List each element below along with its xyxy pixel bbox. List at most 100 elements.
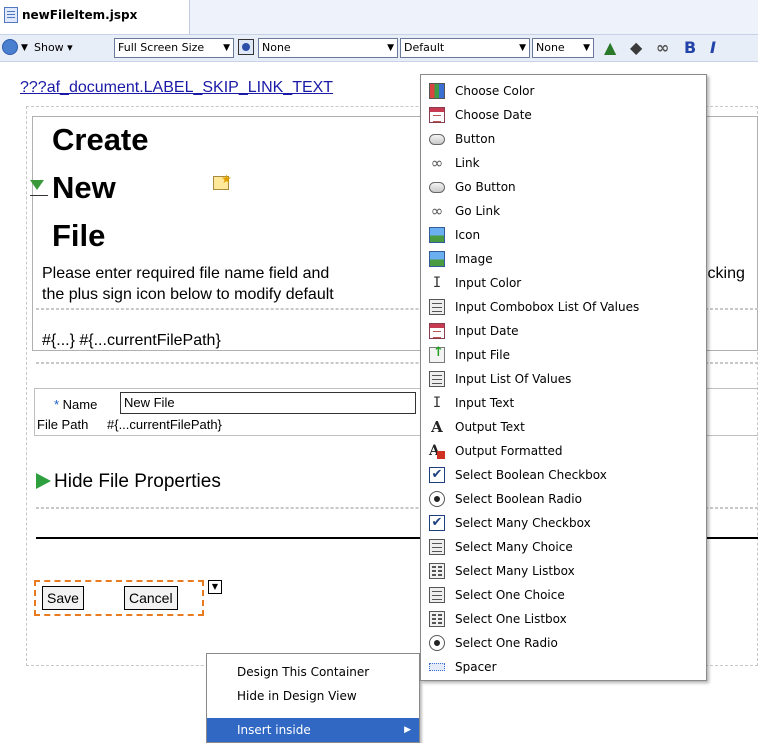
insert-menu-item[interactable]: Select One Radio [421,631,706,655]
name-input[interactable]: New File [120,392,416,414]
insert-menu-item[interactable]: Input List Of Values [421,367,706,391]
name-label: * Name [54,397,97,412]
list-icon [429,587,445,603]
calendar-icon [429,323,445,339]
insert-submenu: Choose Color Choose Date Button ∞ Link Go But… [420,74,707,681]
insert-menu-item[interactable]: I Input Color [421,271,706,295]
add-note-icon[interactable]: ★ [211,172,233,192]
hide-file-properties-link[interactable]: Hide File Properties [54,471,221,493]
submenu-arrow-icon: ▶ [404,725,411,735]
screen-size-value: Full Screen Size [118,41,205,54]
italic-button[interactable]: I [710,38,716,58]
path-expression: #{...} #{...currentFilePath} [42,332,221,349]
menu-insert-inside[interactable]: Insert inside ▶ [207,718,419,742]
insert-menu-item[interactable]: Select One Choice [421,583,706,607]
button-icon [429,182,445,193]
insert-menu-item[interactable]: Select Boolean Radio [421,487,706,511]
spacer-icon [429,663,445,671]
skin-icon[interactable] [238,39,254,55]
insert-inside-label: Insert inside [237,723,311,737]
chevron-down-icon: ▼ [387,43,394,53]
insert-menu-item[interactable]: Choose Date [421,103,706,127]
insert-menu-item-label: Spacer [455,660,497,674]
show-menu[interactable]: Show ▾ [34,38,73,58]
disclosure-triangle-icon[interactable] [30,180,44,190]
insert-menu-item[interactable]: Input Date [421,319,706,343]
insert-menu-item[interactable]: ∞ Go Link [421,199,706,223]
bold-button[interactable]: B [684,38,696,58]
insert-menu-item-label: Output Text [455,420,525,434]
paint-bucket-icon[interactable]: ◆ [630,38,642,58]
insert-menu-item-label: Choose Color [455,84,535,98]
highlight-icon[interactable]: ▲ [604,38,616,58]
cancel-button[interactable]: Cancel [124,586,178,610]
insert-menu-item-label: Link [455,156,480,170]
chevron-down-icon[interactable]: ▼ [21,38,28,58]
insert-menu-item[interactable]: Icon [421,223,706,247]
jspx-file-icon [4,7,18,23]
menu-hide-in-design-view[interactable]: Hide in Design View [207,684,419,708]
class-select[interactable]: None ▼ [532,38,594,58]
editor-tab-title: newFileItem.jspx [22,8,138,22]
insert-menu-item-label: Icon [455,228,481,242]
chevron-down-icon: ▼ [583,43,590,53]
context-menu: Design This Container Hide in Design Vie… [206,653,420,743]
insert-menu-item[interactable]: A Output Formatted [421,439,706,463]
insert-menu-item[interactable]: Go Button [421,175,706,199]
divider [30,195,48,196]
screen-size-select[interactable]: Full Screen Size ▼ [114,38,234,58]
instructions-line-1: Please enter required file name field an… [42,265,330,282]
insert-menu-item-label: Select One Radio [455,636,558,650]
insert-menu-item-label: Go Link [455,204,501,218]
skin-select[interactable]: None ▼ [258,38,398,58]
style-select[interactable]: Default ▼ [400,38,530,58]
insert-menu-item-label: Image [455,252,493,266]
insert-menu-item-label: Input List Of Values [455,372,572,386]
globe-icon[interactable] [2,39,18,55]
page-title-line-1: Create [52,122,149,157]
formatted-text-icon: A [429,443,445,459]
save-button[interactable]: Save [42,586,84,610]
name-label-text: Name [62,397,98,412]
button-icon [429,134,445,145]
container-menu-button[interactable]: ▼ [208,580,222,594]
insert-menu-item[interactable]: ∞ Link [421,151,706,175]
color-grid-icon [429,83,445,99]
insert-menu-item[interactable]: Spacer [421,655,706,679]
editor-tab[interactable]: newFileItem.jspx [0,0,190,34]
insert-menu-item[interactable]: Image [421,247,706,271]
insert-menu-item[interactable]: ✔ Select Boolean Checkbox [421,463,706,487]
insert-menu-item-label: Input File [455,348,510,362]
insert-menu-item[interactable]: ✔ Select Many Checkbox [421,511,706,535]
insert-menu-item-label: Input Color [455,276,522,290]
insert-menu-item[interactable]: Select One Listbox [421,607,706,631]
list-icon [429,539,445,555]
insert-menu-item[interactable]: A Output Text [421,415,706,439]
insert-menu-item[interactable]: Input Combobox List Of Values [421,295,706,319]
insert-menu-item-label: Input Date [455,324,519,338]
menu-design-this-container[interactable]: Design This Container [207,660,419,684]
insert-menu-item[interactable]: Button [421,127,706,151]
link-icon: ∞ [430,202,444,220]
text-cursor-icon: I [432,395,442,411]
instructions-line-1-tail: icking [704,265,745,282]
page-title-line-2: New [52,170,116,205]
editor-tab-bar: newFileItem.jspx [0,0,758,34]
calendar-icon [429,107,445,123]
insert-menu-item[interactable]: Select Many Listbox [421,559,706,583]
insert-menu-item[interactable]: Select Many Choice [421,535,706,559]
required-mark: * [54,397,63,412]
file-path-value: #{...currentFilePath} [107,417,222,432]
chevron-down-icon: ▼ [519,43,526,53]
show-hide-triangle-icon[interactable] [36,473,51,489]
insert-menu-item[interactable]: Input File [421,343,706,367]
insert-menu-item[interactable]: I Input Text [421,391,706,415]
insert-menu-item-label: Input Text [455,396,515,410]
class-value: None [536,41,565,54]
skin-value: None [262,41,291,54]
radio-icon [429,491,445,507]
link-icon[interactable]: ∞ [656,38,669,58]
list-icon [429,299,445,315]
insert-menu-item[interactable]: Choose Color [421,79,706,103]
skip-link[interactable]: ???af_document.LABEL_SKIP_LINK_TEXT [20,79,333,97]
